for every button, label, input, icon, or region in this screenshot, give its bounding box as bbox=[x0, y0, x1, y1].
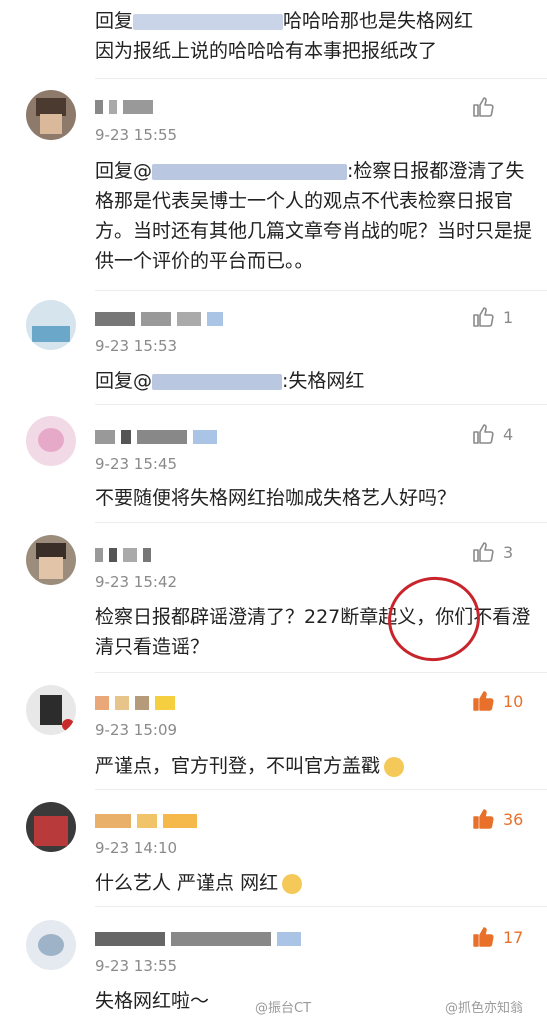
like-button[interactable]: 36 bbox=[471, 806, 527, 832]
thumbs-up-icon bbox=[473, 927, 494, 947]
avatar[interactable] bbox=[26, 685, 76, 735]
reply-prefix: 回复 bbox=[95, 10, 134, 32]
username-blurred[interactable] bbox=[95, 544, 157, 562]
avatar[interactable] bbox=[26, 535, 76, 585]
username-blurred[interactable] bbox=[95, 810, 203, 828]
reply-line-1: 哈哈哈那也是失格网红 bbox=[283, 10, 474, 32]
comment-text: 回复@ :失格网红 bbox=[95, 366, 535, 396]
like-button[interactable] bbox=[471, 94, 527, 120]
comment-body: 什么艺人 严谨点 网红 bbox=[95, 872, 279, 894]
timestamp: 9-23 14:10 bbox=[95, 839, 178, 857]
divider bbox=[95, 906, 547, 907]
username-blurred[interactable] bbox=[95, 308, 229, 326]
blurred-mention[interactable] bbox=[152, 373, 283, 390]
timestamp: 9-23 15:45 bbox=[95, 455, 178, 473]
blurred-username bbox=[133, 13, 284, 30]
comment-text: 严谨点，官方刊登，不叫官方盖戳 bbox=[95, 751, 535, 781]
like-button[interactable]: 1 bbox=[471, 304, 527, 330]
timestamp: 9-23 15:42 bbox=[95, 573, 178, 591]
comment-text: 什么艺人 严谨点 网红 bbox=[95, 868, 535, 898]
username-blurred[interactable] bbox=[95, 96, 159, 114]
username-blurred[interactable] bbox=[95, 426, 223, 444]
watermark-left: @振台CT bbox=[255, 1001, 312, 1016]
like-button[interactable]: 10 bbox=[471, 688, 527, 714]
like-count: 1 bbox=[503, 307, 514, 327]
reply-prefix: 回复@ bbox=[95, 370, 153, 392]
thumbs-up-icon bbox=[473, 424, 494, 444]
like-count: 4 bbox=[503, 424, 514, 444]
smirk-emoji-icon bbox=[384, 756, 405, 777]
reply-prefix: 回复@ bbox=[95, 160, 153, 182]
thumbs-up-icon bbox=[473, 691, 494, 711]
like-count: 3 bbox=[503, 542, 514, 562]
timestamp: 9-23 15:09 bbox=[95, 721, 178, 739]
thumbs-up-icon bbox=[473, 307, 494, 327]
reply-line-2: 因为报纸上说的哈哈哈有本事把报纸改了 bbox=[95, 40, 438, 62]
username-blurred[interactable] bbox=[95, 928, 307, 946]
comment-body: :失格网红 bbox=[282, 370, 365, 392]
timestamp: 9-23 13:55 bbox=[95, 957, 178, 975]
like-button[interactable]: 3 bbox=[471, 539, 527, 565]
divider bbox=[95, 290, 547, 291]
avatar[interactable] bbox=[26, 802, 76, 852]
like-button[interactable]: 4 bbox=[471, 421, 527, 447]
blurred-mention[interactable] bbox=[152, 163, 348, 180]
like-count: 36 bbox=[503, 809, 524, 829]
divider bbox=[95, 404, 547, 405]
divider bbox=[95, 522, 547, 523]
like-button[interactable]: 17 bbox=[471, 924, 527, 950]
thumbs-up-icon bbox=[473, 542, 494, 562]
like-count: 10 bbox=[503, 691, 524, 711]
smirk-emoji-icon bbox=[282, 873, 303, 894]
divider bbox=[95, 789, 547, 790]
thumbs-up-icon bbox=[473, 809, 494, 829]
divider bbox=[95, 672, 547, 673]
username-blurred[interactable] bbox=[95, 692, 181, 710]
watermark-right: @抓色亦知翁 bbox=[445, 1001, 524, 1016]
avatar[interactable] bbox=[26, 416, 76, 466]
comment-body: 严谨点，官方刊登，不叫官方盖戳 bbox=[95, 755, 381, 777]
thumbs-up-icon bbox=[473, 97, 494, 117]
avatar[interactable] bbox=[26, 920, 76, 970]
divider bbox=[95, 78, 547, 79]
comment-text: 回复@:检察日报都澄清了失格那是代表吴博士一个人的观点不代表检察日报官方。当时还… bbox=[95, 156, 535, 276]
like-count: 17 bbox=[503, 927, 524, 947]
timestamp: 9-23 15:53 bbox=[95, 337, 178, 355]
comment-text: 不要随便将失格网红抬咖成失格艺人好吗？ bbox=[95, 487, 457, 509]
avatar[interactable] bbox=[26, 90, 76, 140]
partial-reply-text: 回复 哈哈哈那也是失格网红 因为报纸上说的哈哈哈有本事把报纸改了 bbox=[95, 6, 535, 66]
timestamp: 9-23 15:55 bbox=[95, 126, 178, 144]
avatar[interactable] bbox=[26, 300, 76, 350]
